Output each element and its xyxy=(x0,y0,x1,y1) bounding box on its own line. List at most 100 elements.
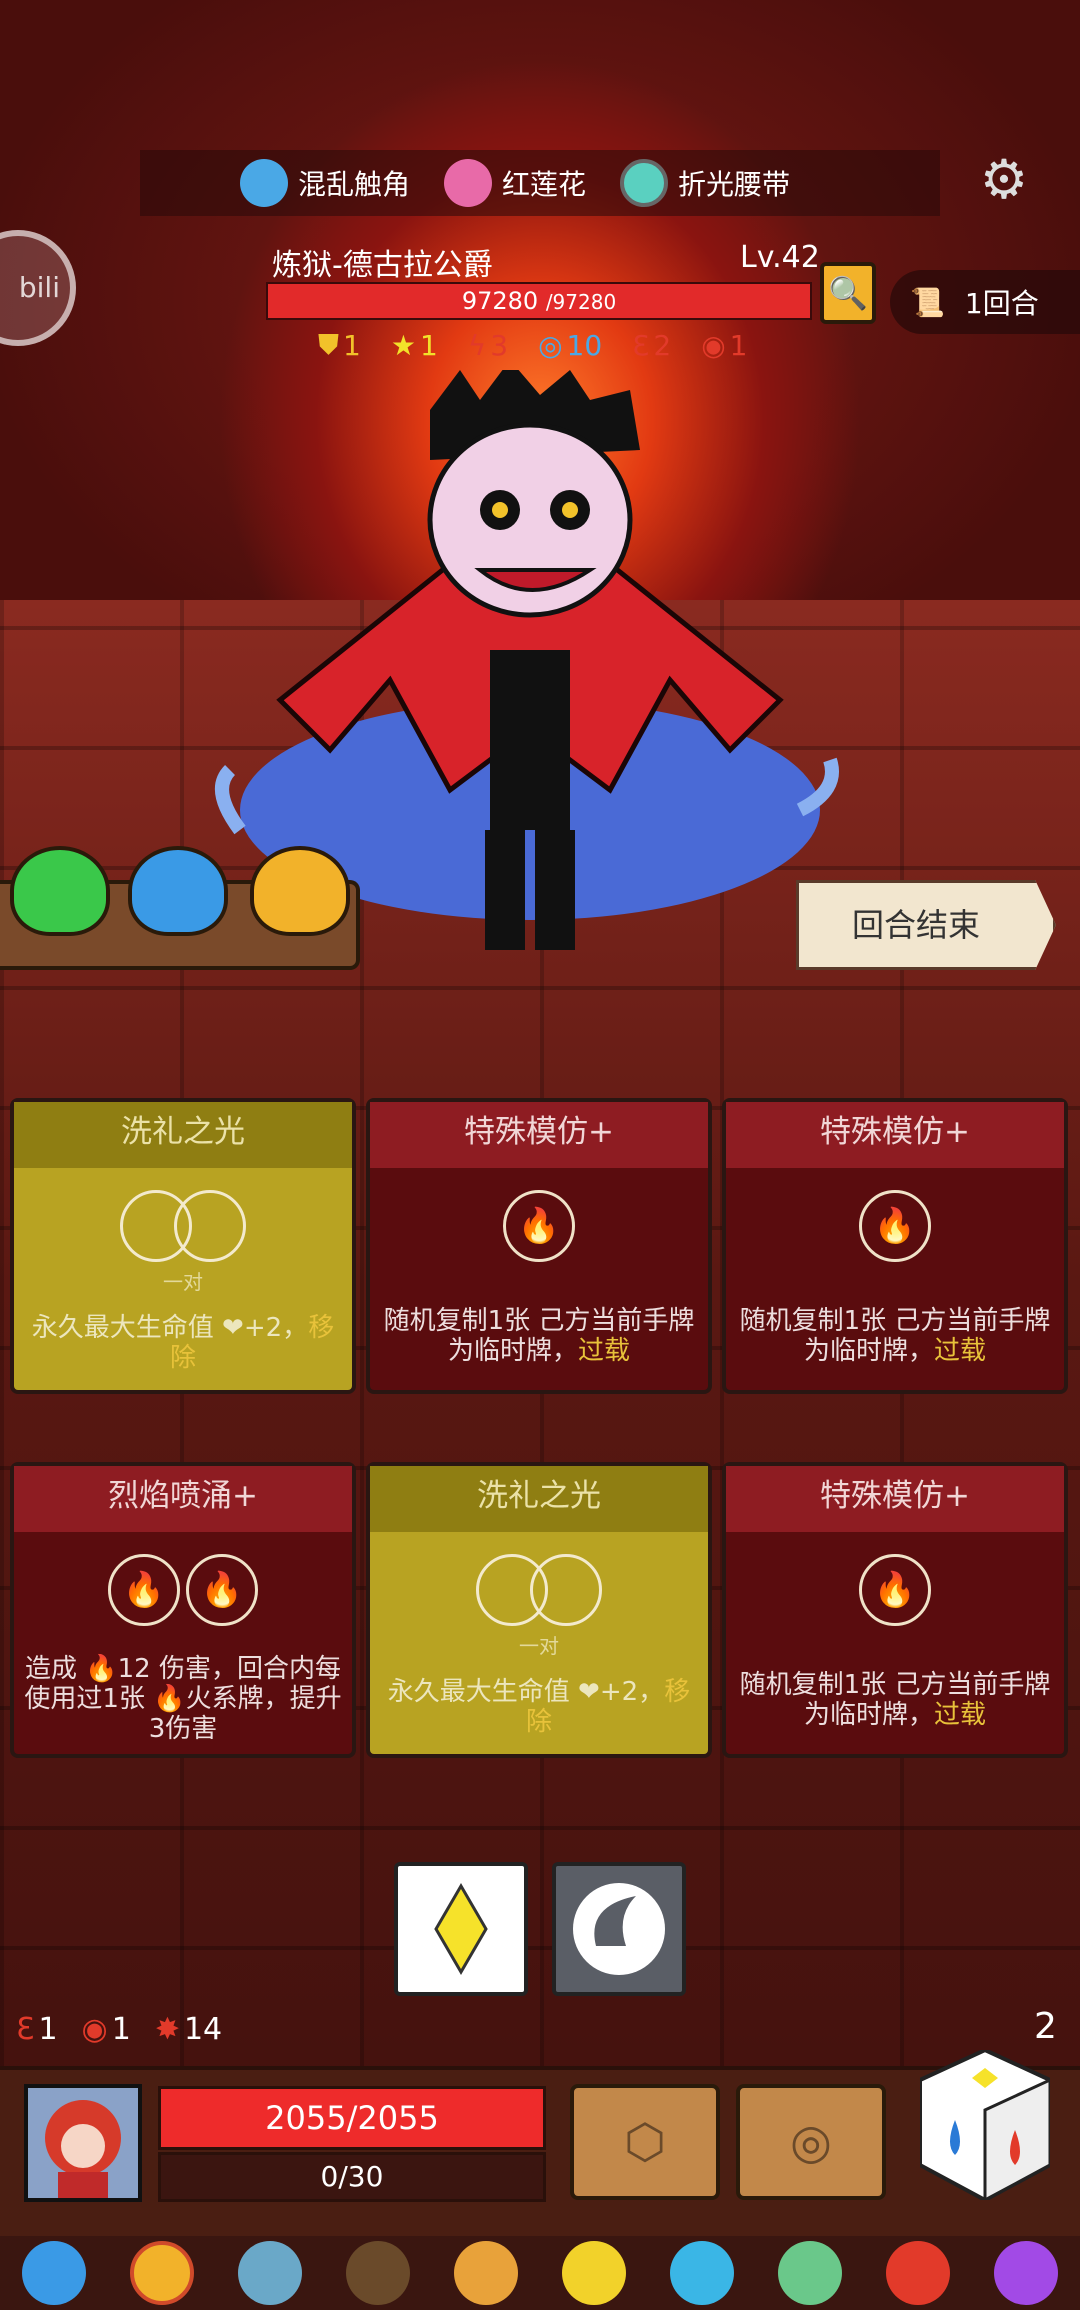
relic-bar: 混乱触角 红莲花 折光腰带 xyxy=(140,150,940,216)
boss-hp-max: /97280 xyxy=(545,290,617,314)
status-target[interactable]: ◉ 1 xyxy=(701,328,747,362)
relic-label: 折光腰带 xyxy=(678,168,791,201)
magnifier-icon: 🔍 xyxy=(828,274,868,312)
blue-creature-icon[interactable] xyxy=(22,2241,86,2305)
die-slot[interactable] xyxy=(552,1862,686,1996)
potion-icon[interactable] xyxy=(994,2241,1058,2305)
helmet-icon[interactable] xyxy=(562,2241,626,2305)
status-claw[interactable]: Ɛ2 xyxy=(632,328,671,362)
scroll-icon: 📜 xyxy=(910,285,945,319)
status-bolt[interactable]: ϟ3 xyxy=(468,328,508,362)
card-title: 洗礼之光 xyxy=(370,1466,708,1532)
green-potion-icon[interactable] xyxy=(10,846,110,936)
relic-item[interactable]: 红莲花 xyxy=(444,159,586,207)
equipment-slot[interactable]: ⬡ xyxy=(570,2084,720,2200)
status-target[interactable]: ◉ 1 xyxy=(82,2012,131,2047)
fire-slot-icon: 🔥 xyxy=(108,1554,180,1626)
equipment-slot[interactable]: ◎ xyxy=(736,2084,886,2200)
status-value: 10 xyxy=(566,328,603,362)
ring-icon: ◎ xyxy=(790,2114,832,2170)
gear-icon[interactable]: ⚙ xyxy=(976,152,1032,208)
card-description: 永久最大生命值 ❤+2， xyxy=(387,1677,665,1707)
status-spiral[interactable]: ◎ 10 xyxy=(538,328,602,362)
player-status-row: Ɛ1 ◉ 1 ✸ 14 xyxy=(16,2012,222,2047)
card-keyword: 过载 xyxy=(934,1700,987,1730)
status-value: 1 xyxy=(38,2012,58,2047)
status-value: 1 xyxy=(419,328,438,362)
claw-icon: Ɛ xyxy=(16,2012,35,2047)
empty-dice-slot-icon xyxy=(530,1554,602,1626)
relic-label: 混乱触角 xyxy=(298,168,411,201)
boss-status-row: ⛊ 1 ★ 1 ϟ3 ◎ 10 Ɛ2 ◉ 1 xyxy=(318,328,747,362)
roll-dice-button[interactable] xyxy=(920,2050,1050,2200)
boss-name: 炼狱-德古拉公爵 xyxy=(272,248,493,283)
ring-icon[interactable] xyxy=(130,2241,194,2305)
target-icon: ◉ xyxy=(81,2012,108,2047)
card-description: 随机复制1张 己方当前手牌 为临时牌， xyxy=(739,1670,1051,1730)
boss-hp-bar: 97280 /97280 xyxy=(266,282,812,320)
card-title: 洗礼之光 xyxy=(14,1102,352,1168)
card-title: 烈焰喷涌+ xyxy=(14,1466,352,1532)
die-slot[interactable] xyxy=(394,1862,528,1996)
lion-icon[interactable] xyxy=(454,2241,518,2305)
hero-portrait xyxy=(28,2088,138,2198)
boss-hp-value: 97280 xyxy=(461,287,539,315)
card-description: 随机复制1张 己方当前手牌 为临时牌， xyxy=(383,1306,695,1366)
blue-potion-icon[interactable] xyxy=(128,846,228,936)
claw-icon: Ɛ xyxy=(632,328,650,362)
status-shield[interactable]: ⛊ 1 xyxy=(318,328,361,362)
card-requirement: 一对 xyxy=(163,1270,203,1294)
burst-icon: ✸ xyxy=(154,2012,180,2047)
lotus-icon xyxy=(444,159,493,207)
card-requirement: 一对 xyxy=(519,1634,559,1658)
relic-label: 红莲花 xyxy=(502,168,587,201)
star-icon: ★ xyxy=(390,328,416,362)
inspect-button[interactable]: 🔍 xyxy=(820,262,876,324)
fire-slot-icon: 🔥 xyxy=(859,1190,931,1262)
scarecrow-icon[interactable] xyxy=(346,2241,410,2305)
wing-icon xyxy=(573,1883,665,1975)
bili-label: bili xyxy=(18,271,60,304)
empty-dice-slot-icon xyxy=(174,1190,246,1262)
status-value: 1 xyxy=(111,2012,131,2047)
fire-slot-icon: 🔥 xyxy=(859,1554,931,1626)
card-keyword: 过载 xyxy=(934,1336,987,1366)
bolt-icon: ϟ xyxy=(467,328,487,362)
player-hp-bar: 2055/2055 xyxy=(158,2086,546,2150)
status-claw[interactable]: Ɛ1 xyxy=(16,2012,58,2047)
status-star[interactable]: ★ 1 xyxy=(391,328,438,362)
axe-icon[interactable] xyxy=(238,2241,302,2305)
card-title: 特殊模仿+ xyxy=(726,1102,1064,1168)
card-title: 特殊模仿+ xyxy=(370,1102,708,1168)
fire-slot-icon: 🔥 xyxy=(186,1554,258,1626)
yellow-potion-icon[interactable] xyxy=(250,846,350,936)
boss-level: Lv.42 xyxy=(740,240,820,275)
diamond-icon xyxy=(434,1883,488,1975)
fire-slot-icon: 🔥 xyxy=(503,1190,575,1262)
dice-count: 2 xyxy=(1034,2006,1057,2047)
item-bar xyxy=(0,2236,1080,2310)
status-burst[interactable]: ✸ 14 xyxy=(155,2012,222,2047)
card[interactable]: 特殊模仿+ 🔥 随机复制1张 己方当前手牌 为临时牌，过载 xyxy=(722,1098,1068,1394)
avatar[interactable] xyxy=(24,2084,142,2202)
status-value: 2 xyxy=(653,328,672,362)
card[interactable]: 洗礼之光 一对 永久最大生命值 ❤+2，移除 xyxy=(366,1462,712,1758)
card[interactable]: 烈焰喷涌+ 🔥 🔥 造成 🔥12 伤害，回合内每使用过1张 🔥火系牌，提升3伤害 xyxy=(10,1462,356,1758)
card-description: 造成 🔥12 伤害，回合内每使用过1张 🔥火系牌，提升3伤害 xyxy=(24,1654,342,1744)
card-keyword: 过载 xyxy=(578,1336,631,1366)
belt-icon xyxy=(620,159,669,207)
shield-icon: ⛊ xyxy=(318,328,340,361)
relic-item[interactable]: 折光腰带 xyxy=(620,159,790,207)
status-value: 3 xyxy=(490,328,509,362)
card[interactable]: 洗礼之光 一对 永久最大生命值 ❤+2，移除 xyxy=(10,1098,356,1394)
card[interactable]: 特殊模仿+ 🔥 随机复制1张 己方当前手牌 为临时牌，过载 xyxy=(722,1462,1068,1758)
card-description: 永久最大生命值 ❤+2， xyxy=(31,1313,309,1343)
card[interactable]: 特殊模仿+ 🔥 随机复制1张 己方当前手牌 为临时牌，过载 xyxy=(366,1098,712,1394)
leaf-orb-icon[interactable] xyxy=(778,2241,842,2305)
relic-item[interactable]: 混乱触角 xyxy=(240,159,410,207)
gem-icon[interactable] xyxy=(670,2241,734,2305)
spiral-icon: ◎ xyxy=(538,328,563,362)
fire-icon[interactable] xyxy=(886,2241,950,2305)
status-value: 14 xyxy=(183,2012,223,2047)
end-turn-button[interactable]: 回合结束 xyxy=(796,880,1056,970)
